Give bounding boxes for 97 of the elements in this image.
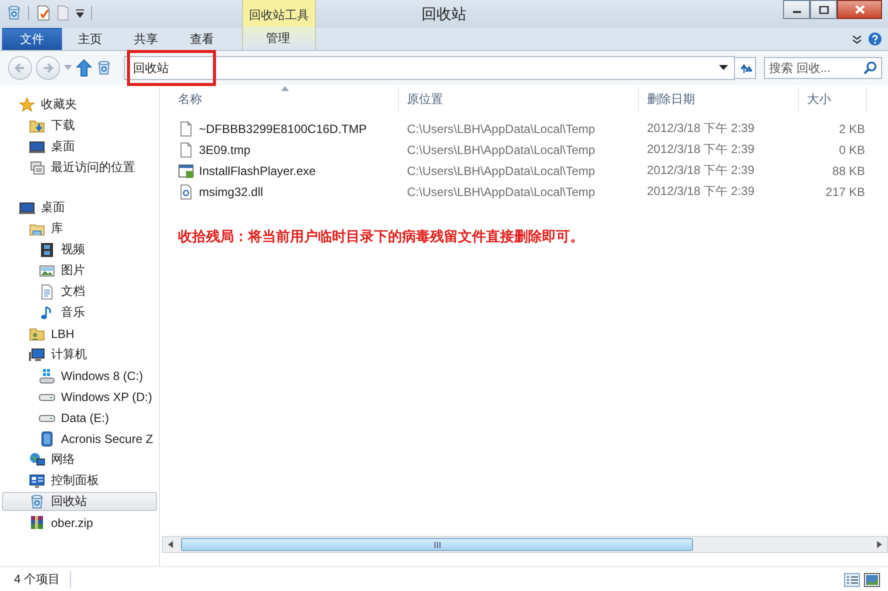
column-header[interactable]: 大小 xyxy=(799,87,867,111)
scroll-right-icon[interactable] xyxy=(877,541,882,548)
blank-file-icon xyxy=(178,142,194,158)
table-cell-text: C:\Users\LBH\AppData\Local\Temp xyxy=(406,164,596,178)
expand-ribbon-icon[interactable] xyxy=(852,34,862,44)
back-arrow-icon xyxy=(14,62,26,74)
maximize-icon xyxy=(818,6,828,14)
maximize-button[interactable] xyxy=(810,0,837,19)
user-folder-icon xyxy=(29,326,45,342)
column-header[interactable]: 删除日期 xyxy=(639,87,799,111)
blank-file-icon xyxy=(178,120,194,136)
table-cell-text: 217 KB xyxy=(824,184,866,198)
image-icon xyxy=(39,262,55,278)
forward-arrow-icon xyxy=(42,62,54,74)
table-cell-text: 2012/3/18 下午 2:39 xyxy=(646,141,756,158)
file-name-cell[interactable]: 3E09.tmp xyxy=(170,142,399,158)
nav-item[interactable]: 图片 xyxy=(2,261,157,280)
desktop-icon xyxy=(19,200,35,216)
address-path: 回收站 xyxy=(133,60,170,76)
ribbon-tab[interactable]: 主页 xyxy=(62,28,118,50)
nav-item[interactable]: 文档 xyxy=(2,282,157,301)
column-header[interactable]: 原位置 xyxy=(399,87,639,111)
recent-places-icon xyxy=(29,160,45,176)
film-icon xyxy=(39,242,55,258)
gear-file-icon xyxy=(178,184,194,200)
nav-item[interactable]: 最近访问的位置 xyxy=(2,158,157,177)
nav-item[interactable]: 音乐 xyxy=(2,303,157,322)
nav-item[interactable]: 网络 xyxy=(2,450,157,469)
table-cell-text: 0 KB xyxy=(838,142,866,156)
desktop-icon xyxy=(29,138,45,154)
details-view-icon[interactable] xyxy=(844,572,860,586)
nav-item[interactable]: Windows 8 (C:) xyxy=(2,366,157,385)
archive-icon xyxy=(29,514,45,530)
help-icon[interactable] xyxy=(868,32,882,46)
table-cell-text: 2012/3/18 下午 2:39 xyxy=(646,183,756,200)
large-icons-view-icon[interactable] xyxy=(864,572,880,586)
nav-item[interactable]: LBH xyxy=(2,324,157,343)
properties-icon[interactable] xyxy=(35,5,51,21)
table-cell-text: 2012/3/18 下午 2:39 xyxy=(646,120,756,137)
file-name-cell[interactable]: ~DFBBB3299E8100C16D.TMP xyxy=(170,120,399,136)
star-icon xyxy=(19,96,35,112)
address-dropdown-caret-icon[interactable] xyxy=(719,65,728,71)
secure-zone-icon xyxy=(39,430,55,446)
control-panel-icon xyxy=(29,472,45,488)
horizontal-scrollbar[interactable] xyxy=(162,536,888,553)
minimize-button[interactable] xyxy=(783,0,810,19)
nav-item[interactable]: 计算机 xyxy=(2,345,157,364)
window-title: 回收站 xyxy=(422,6,466,23)
context-group-label: 回收站工具 xyxy=(248,7,310,24)
nav-item[interactable]: 视频 xyxy=(2,240,157,259)
nav-item[interactable]: 回收站 xyxy=(2,492,157,511)
nav-item[interactable]: Acronis Secure Z xyxy=(2,429,157,448)
download-folder-icon xyxy=(29,118,45,134)
recycle-bin-icon xyxy=(6,5,22,21)
system-drive-icon xyxy=(39,368,55,384)
ribbon-tab[interactable]: 查看 xyxy=(174,28,230,50)
drive-icon xyxy=(39,394,55,401)
ribbon-tab[interactable]: 管理 xyxy=(243,27,315,49)
nav-item[interactable]: Windows XP (D:) xyxy=(2,387,157,406)
close-button[interactable] xyxy=(837,0,882,19)
search-field[interactable]: 搜索 回收... xyxy=(764,57,882,79)
item-count: 4 个项目 xyxy=(14,571,72,588)
table-cell-text: C:\Users\LBH\AppData\Local\Temp xyxy=(406,142,596,156)
nav-item[interactable]: 库 xyxy=(2,219,157,238)
nav-item[interactable]: 桌面 xyxy=(2,198,157,217)
ribbon-tab[interactable]: 共享 xyxy=(118,28,174,50)
table-cell-text: 2 KB xyxy=(838,122,866,136)
refresh-button[interactable] xyxy=(734,57,756,79)
nav-item[interactable]: 桌面 xyxy=(2,137,157,156)
document-icon xyxy=(39,284,55,300)
search-icon xyxy=(863,61,877,75)
close-icon xyxy=(854,5,864,14)
drive-icon xyxy=(39,415,55,422)
nav-item[interactable]: Data (E:) xyxy=(2,408,157,427)
nav-item[interactable]: 控制面板 xyxy=(2,471,157,490)
customize-menu-icon[interactable] xyxy=(75,8,85,18)
recycle-bin-icon xyxy=(96,60,112,76)
table-cell-text: C:\Users\LBH\AppData\Local\Temp xyxy=(406,122,596,136)
file-menu-tab[interactable]: 文件 xyxy=(2,28,62,50)
address-field[interactable]: 回收站 xyxy=(124,56,735,80)
grip-icon xyxy=(434,542,440,548)
nav-item[interactable]: 收藏夹 xyxy=(2,95,157,114)
table-cell-text: 2012/3/18 下午 2:39 xyxy=(646,162,756,179)
annotation-text: 收拾残局：将当前用户临时目录下的病毒残留文件直接删除即可。 xyxy=(178,228,585,246)
up-arrow-icon[interactable] xyxy=(76,59,92,77)
table-cell-text: C:\Users\LBH\AppData\Local\Temp xyxy=(406,184,596,198)
computer-icon xyxy=(29,346,45,362)
network-icon xyxy=(29,452,45,468)
nav-item[interactable]: 下载 xyxy=(2,116,157,135)
nav-item[interactable]: ober.zip xyxy=(2,513,157,532)
file-name-cell[interactable]: msimg32.dll xyxy=(170,184,399,200)
table-cell-text: 88 KB xyxy=(831,164,866,178)
application-icon xyxy=(178,162,194,178)
recycle-bin-icon xyxy=(29,494,45,510)
scrollbar-thumb[interactable] xyxy=(181,538,693,551)
file-name-cell[interactable]: InstallFlashPlayer.exe xyxy=(170,162,399,178)
scroll-left-icon[interactable] xyxy=(168,541,173,548)
